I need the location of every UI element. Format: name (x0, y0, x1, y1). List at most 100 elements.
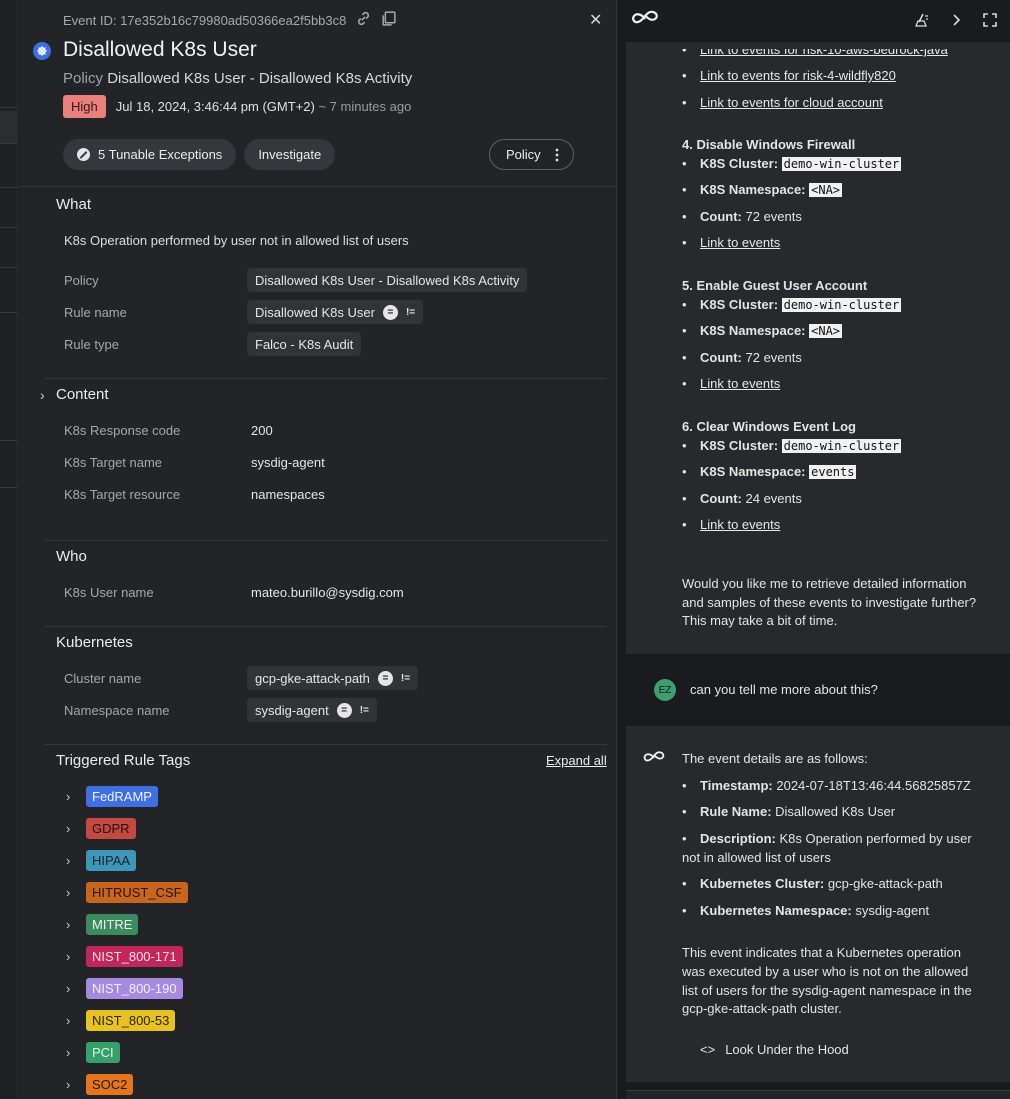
content-heading[interactable]: Content (56, 386, 109, 403)
tag-row[interactable]: › SOC2 (66, 1074, 134, 1095)
chevron-right-icon[interactable]: › (66, 917, 74, 932)
event-link[interactable]: Link to events for cloud account (682, 95, 883, 110)
cluster-item: K8S Cluster: demo-win-cluster (682, 438, 902, 453)
tag-row[interactable]: › NIST_800-53 (66, 1010, 176, 1031)
chevron-right-icon[interactable]: › (66, 949, 74, 964)
tunable-exceptions-button[interactable]: 5 Tunable Exceptions (63, 139, 237, 170)
who-heading: Who (56, 548, 87, 565)
code-value: demo-win-cluster (781, 439, 902, 453)
investigate-button[interactable]: Investigate (244, 139, 336, 170)
chevron-right-icon[interactable]: › (66, 853, 74, 868)
tag-row[interactable]: › NIST_800-190 (66, 978, 183, 999)
chevron-right-icon[interactable]: › (66, 885, 74, 900)
detail-value: gcp-gke-attack-path (827, 876, 943, 891)
tag-row[interactable]: › GDPR (66, 818, 136, 839)
kv-label: Policy (64, 273, 99, 288)
event-link[interactable]: Link to events (682, 376, 780, 391)
chevron-right-icon[interactable]: › (66, 1077, 74, 1092)
equals-filter-button[interactable]: = (377, 670, 393, 686)
close-icon[interactable]: ✕ (589, 10, 602, 30)
kubernetes-logo-icon (33, 42, 51, 60)
code-value: demo-win-cluster (781, 157, 902, 171)
rule-type-chip[interactable]: Falco - K8s Audit (247, 332, 362, 356)
cluster-name-chip[interactable]: gcp-gke-attack-path = != (247, 666, 419, 690)
rule-tag: GDPR (86, 818, 136, 839)
detail-value: sysdig-agent (855, 903, 930, 918)
detail-label: K8S Namespace: (700, 464, 806, 479)
count-item: Count: 24 events (682, 491, 802, 506)
detail-label: Count: (700, 209, 742, 224)
detail-label: Kubernetes Cluster: (700, 876, 825, 891)
severity-badge: High (63, 95, 106, 118)
event-timestamp: Jul 18, 2024, 3:46:44 pm (GMT+2) ~ 7 min… (116, 99, 412, 114)
numbered-item-title: 4. Disable Windows Firewall (682, 137, 855, 152)
link-icon[interactable] (355, 10, 372, 27)
copy-icon[interactable] (380, 10, 397, 27)
not-equals-filter-button[interactable]: != (406, 307, 415, 318)
fullscreen-icon[interactable] (982, 12, 998, 28)
assistant-logo-icon (632, 10, 658, 24)
not-equals-filter-button[interactable]: != (360, 705, 369, 716)
clear-chat-icon[interactable] (914, 12, 930, 28)
cluster-item: K8S Cluster: demo-win-cluster (682, 156, 902, 171)
rule-name-chip[interactable]: Disallowed K8s User = != (247, 300, 424, 324)
tag-row[interactable]: › HIPAA (66, 850, 137, 871)
event-link[interactable]: Link to events (682, 235, 780, 250)
policy-chip[interactable]: Disallowed K8s User - Disallowed K8s Act… (247, 268, 528, 292)
count-item: Count: 72 events (682, 350, 802, 365)
event-detail-panel: Event ID: 17e352b16c79980ad50366ea2f5bb3… (19, 0, 617, 1099)
not-equals-filter-button[interactable]: != (401, 673, 410, 684)
chevron-right-icon[interactable]: › (66, 789, 74, 804)
item-title: 5. Enable Guest User Account (682, 278, 868, 293)
expand-all-link[interactable]: Expand all (546, 753, 607, 768)
chevron-right-icon[interactable] (948, 12, 964, 28)
detail-label: Count: (700, 491, 742, 506)
rule-tag: MITRE (86, 914, 139, 935)
rule-tag: PCI (86, 1042, 120, 1063)
detail-label: K8S Cluster: (700, 438, 779, 453)
item-title: 4. Disable Windows Firewall (682, 137, 856, 152)
followup-line: and samples of these events to investiga… (682, 595, 977, 610)
numbered-item-title: 5. Enable Guest User Account (682, 278, 867, 293)
chip-text: sysdig-agent (255, 702, 329, 718)
tag-row[interactable]: › NIST_800-171 (66, 946, 183, 967)
namespace-name-chip[interactable]: sysdig-agent = != (247, 698, 377, 722)
kubernetes-heading: Kubernetes (56, 634, 133, 651)
code-value: demo-win-cluster (781, 298, 902, 312)
namespace-item: K8S Namespace: <NA> (682, 323, 843, 338)
chevron-right-icon[interactable]: › (66, 821, 74, 836)
answer-intro: The event details are as follows: (682, 751, 868, 766)
summary-line: This event indicates that a Kubernetes o… (682, 945, 961, 960)
look-under-hood-button[interactable]: <> Look Under the Hood (700, 1042, 849, 1057)
chevron-right-icon[interactable]: › (40, 387, 45, 403)
equals-filter-button[interactable]: = (336, 702, 352, 718)
tag-row[interactable]: › PCI (66, 1042, 120, 1063)
detail-label: Rule Name: (700, 804, 772, 819)
kv-label: Rule name (64, 305, 127, 320)
investigate-label: Investigate (258, 147, 322, 162)
chevron-right-icon[interactable]: › (66, 1045, 74, 1060)
code-icon: <> (700, 1042, 716, 1057)
code-value: events (809, 465, 857, 479)
more-vertical-icon (555, 148, 559, 161)
rule-tag: NIST_800-190 (86, 978, 183, 999)
chevron-right-icon[interactable]: › (66, 1013, 74, 1028)
policy-menu-button[interactable]: Policy (489, 139, 574, 170)
event-link[interactable]: Link to events for risk-4-wildfly820 (682, 68, 896, 83)
event-id: Event ID: 17e352b16c79980ad50366ea2f5bb3… (63, 13, 347, 28)
chip-text: Falco - K8s Audit (255, 336, 354, 352)
tag-row[interactable]: › MITRE (66, 914, 139, 935)
equals-filter-button[interactable]: = (382, 304, 398, 320)
assistant-message (626, 42, 1010, 654)
tag-row[interactable]: › HITRUST_CSF (66, 882, 188, 903)
detail-value: 24 events (745, 491, 802, 506)
detail-item: Kubernetes Namespace: sysdig-agent (682, 903, 930, 918)
chevron-right-icon[interactable]: › (66, 981, 74, 996)
rule-tag: HITRUST_CSF (86, 882, 188, 903)
event-link[interactable]: Link to events (682, 517, 780, 532)
count-item: Count: 72 events (682, 209, 802, 224)
kv-label: K8s User name (64, 585, 154, 600)
timestamp-ago: ~ 7 minutes ago (318, 99, 412, 114)
cluster-item: K8S Cluster: demo-win-cluster (682, 297, 902, 312)
tag-row[interactable]: › FedRAMP (66, 786, 158, 807)
